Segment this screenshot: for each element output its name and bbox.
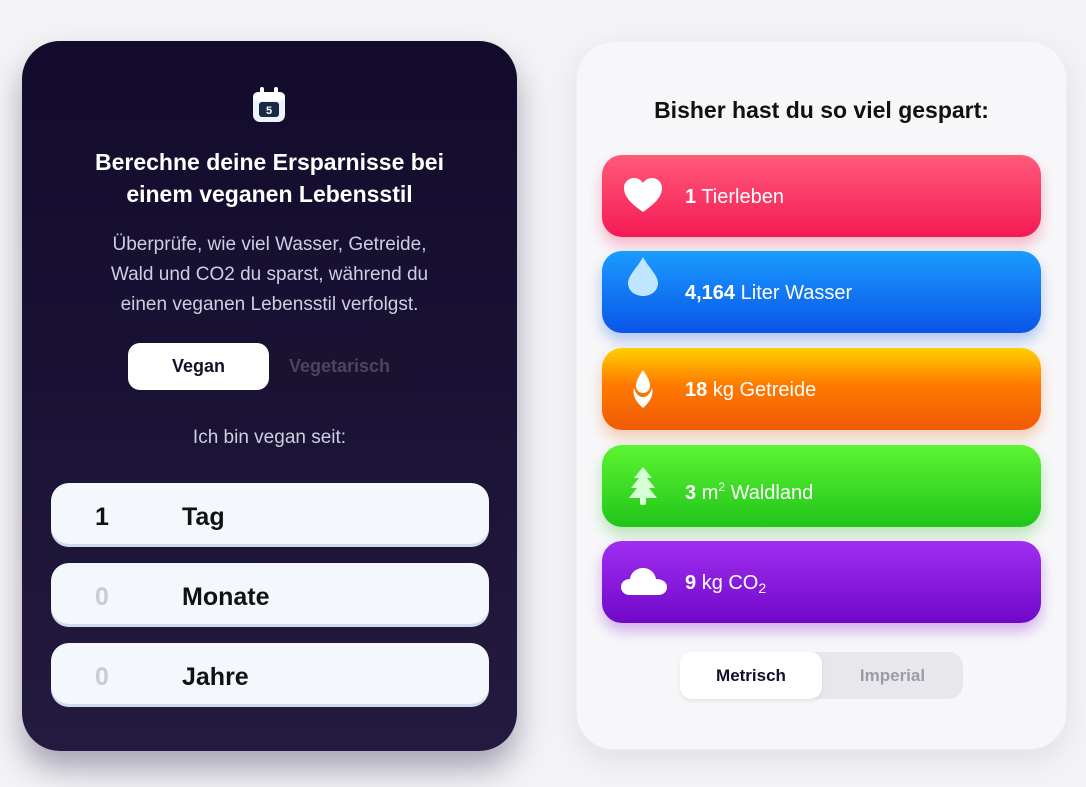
duration-years-unit: Jahre: [182, 663, 249, 691]
calendar-icon: 5: [253, 87, 285, 122]
savings-grain: 18 kg Getreide: [602, 348, 1041, 430]
duration-months-unit: Monate: [182, 583, 270, 611]
diet-option-vegan[interactable]: Vegan: [128, 343, 269, 390]
water-drop-icon: [628, 257, 658, 296]
duration-months-input[interactable]: 0 Monate: [51, 563, 489, 627]
heart-icon: [624, 178, 662, 212]
savings-title: Bisher hast du so viel gespart:: [654, 97, 989, 123]
grain-icon: [633, 370, 653, 408]
tree-icon: [629, 467, 657, 505]
since-label: Ich bin vegan seit:: [192, 427, 347, 448]
diet-option-vegetarian[interactable]: Vegetarisch: [269, 343, 410, 390]
calendar-day: 5: [266, 105, 272, 117]
unit-toggle: Metrisch Imperial: [680, 652, 963, 699]
calculator-description: Überprüfe, wie viel Wasser, Getreide, Wa…: [110, 234, 429, 315]
calculator-title: Berechne deine Ersparnisse bei einem veg…: [95, 149, 444, 207]
duration-days-input[interactable]: 1 Tag: [51, 483, 489, 547]
unit-option-imperial[interactable]: Imperial: [822, 652, 963, 699]
duration-years-value[interactable]: 0: [95, 643, 109, 707]
savings-forest: 3 m2 Waldland: [602, 445, 1041, 527]
cloud-icon: [621, 568, 667, 595]
unit-option-metric[interactable]: Metrisch: [680, 652, 822, 699]
savings-animal-lives: 1 Tierleben: [602, 155, 1041, 237]
duration-days-value[interactable]: 1: [95, 483, 109, 547]
duration-days-unit: Tag: [182, 503, 225, 531]
page: 5 Berechne deine Ersparnisse bei einem v…: [0, 0, 1086, 787]
duration-months-value[interactable]: 0: [95, 563, 109, 627]
savings-co2: 9 kg CO2: [602, 541, 1041, 623]
savings-water: 4,164 Liter Wasser: [602, 251, 1041, 333]
duration-years-input[interactable]: 0 Jahre: [51, 643, 489, 707]
diet-toggle: Vegan Vegetarisch: [128, 343, 410, 390]
